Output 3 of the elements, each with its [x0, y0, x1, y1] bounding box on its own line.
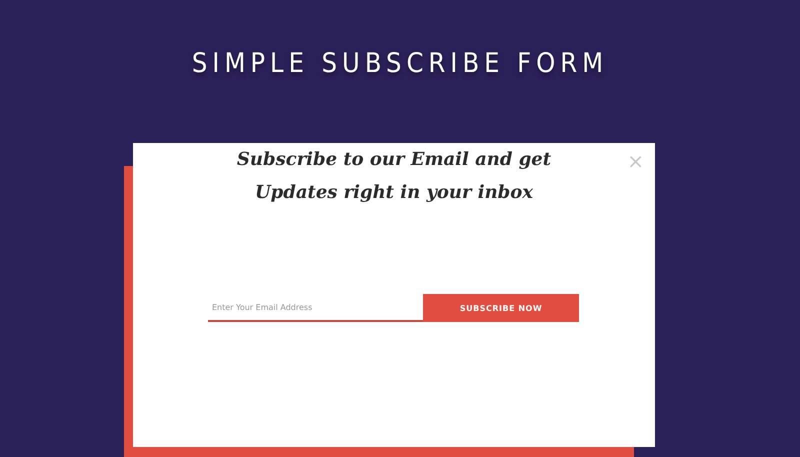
subscribe-button[interactable]: SUBSCRIBE NOW: [423, 294, 579, 322]
page-title: SIMPLE SUBSCRIBE FORM: [192, 48, 608, 79]
dialog-heading: Subscribe to our Email and get Updates right in your inbox: [236, 148, 552, 205]
